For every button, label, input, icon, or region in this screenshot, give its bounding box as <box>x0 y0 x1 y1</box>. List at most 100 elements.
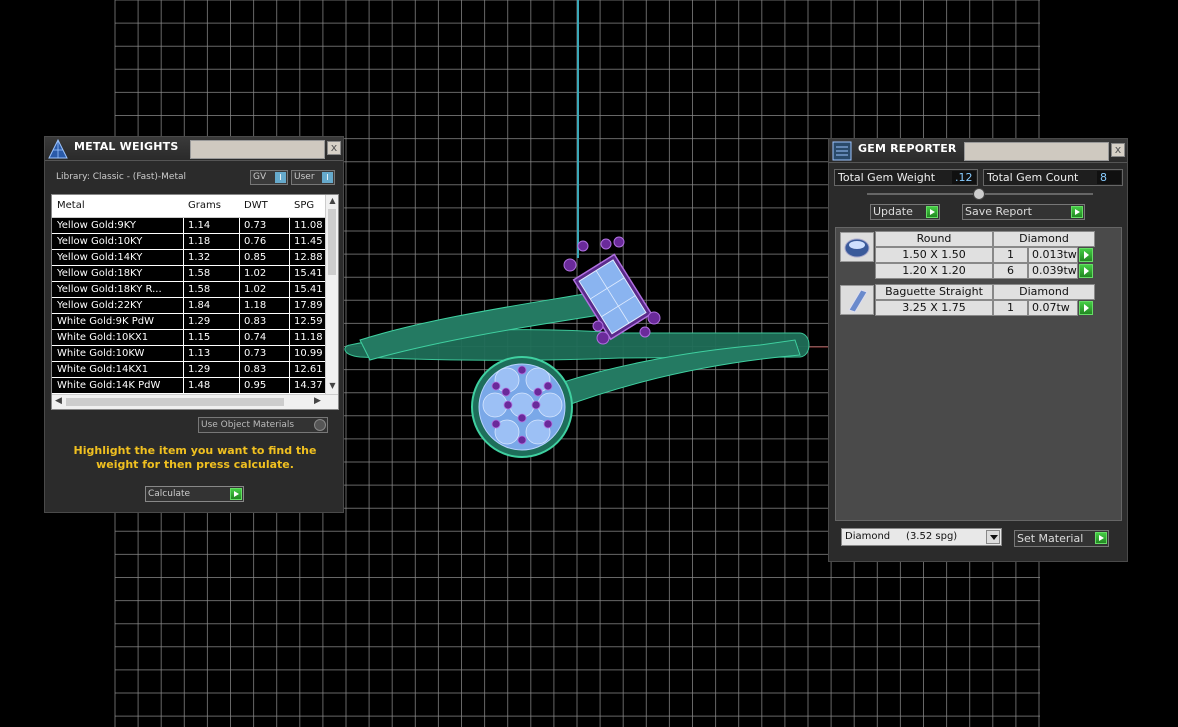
table-row[interactable]: Yellow Gold:10KY 1.18 0.76 11.45 <box>52 234 327 250</box>
select-gems-button[interactable] <box>1079 248 1093 262</box>
gem-material-cell[interactable]: Diamond <box>993 284 1095 300</box>
scroll-right-icon[interactable]: ▶ <box>314 396 321 406</box>
user-toggle-label: User <box>294 172 315 182</box>
column-header-dwt[interactable]: DWT <box>244 200 268 211</box>
dwt-cell: 1.18 <box>244 300 267 311</box>
column-divider <box>289 362 290 378</box>
column-divider <box>183 298 184 314</box>
gem-size-cell[interactable]: 1.20 X 1.20 <box>875 263 993 279</box>
metal-table-vertical-scrollbar[interactable]: ▲ ▼ <box>325 195 338 395</box>
select-gems-button[interactable] <box>1079 264 1093 278</box>
metal-name-cell: White Gold:10KW <box>57 348 145 359</box>
chevron-down-icon[interactable] <box>986 530 1000 544</box>
column-divider <box>239 282 240 298</box>
gem-weight-cell[interactable]: 0.039tw <box>1028 263 1078 279</box>
gem-size-cell[interactable]: 1.50 X 1.50 <box>875 247 993 263</box>
title-bar-fill <box>190 140 325 159</box>
column-divider <box>239 266 240 282</box>
calculate-button[interactable]: Calculate <box>145 486 244 502</box>
column-header-spg[interactable]: SPG <box>294 200 314 211</box>
select-gems-button[interactable] <box>1079 301 1093 315</box>
gem-reporter-icon <box>831 140 853 162</box>
calculate-label: Calculate <box>148 489 191 499</box>
gv-toggle-label: GV <box>253 172 267 182</box>
metal-name-cell: Yellow Gold:14KY <box>57 252 143 263</box>
column-divider <box>289 378 290 394</box>
scroll-left-icon[interactable]: ◀ <box>55 396 62 406</box>
gem-reporter-close-button[interactable]: x <box>1111 143 1125 157</box>
table-row[interactable]: White Gold:14K PdW 1.48 0.95 14.37 <box>52 378 327 394</box>
total-gem-weight-value: .12 <box>952 171 976 184</box>
column-divider <box>183 282 184 298</box>
table-row[interactable]: Yellow Gold:14KY 1.32 0.85 12.88 <box>52 250 327 266</box>
vertical-scroll-thumb[interactable] <box>328 209 336 275</box>
table-row[interactable]: Yellow Gold:18KY 1.58 1.02 15.41 <box>52 266 327 282</box>
metal-name-cell: Yellow Gold:10KY <box>57 236 143 247</box>
play-arrow-icon <box>230 488 242 500</box>
metal-table-horizontal-scrollbar[interactable]: ◀ ▶ <box>52 394 338 409</box>
dwt-cell: 0.83 <box>244 364 267 375</box>
table-row[interactable]: White Gold:9K PdW 1.29 0.83 12.59 <box>52 314 327 330</box>
save-report-button[interactable]: Save Report <box>962 204 1085 220</box>
user-toggle-indicator: I <box>322 172 333 183</box>
material-select[interactable]: Diamond (3.52 spg) <box>841 528 1002 546</box>
gem-size-cell[interactable]: 3.25 X 1.75 <box>875 300 993 316</box>
user-toggle[interactable]: User I <box>291 170 335 185</box>
round-gem-icon[interactable] <box>840 232 874 262</box>
scroll-down-icon[interactable]: ▼ <box>326 381 338 390</box>
gem-list[interactable]: Round Diamond 1.50 X 1.50 1 0.013tw 1.20… <box>835 227 1122 521</box>
spg-cell: 17.89 <box>294 300 323 311</box>
gem-material-cell[interactable]: Diamond <box>993 231 1095 247</box>
dwt-cell: 0.74 <box>244 332 267 343</box>
update-label: Update <box>873 205 913 218</box>
metal-weights-title-bar[interactable]: METAL WEIGHTS x <box>45 137 343 161</box>
table-row[interactable]: White Gold:10KW 1.13 0.73 10.99 <box>52 346 327 362</box>
gem-count-cell[interactable]: 1 <box>993 300 1028 316</box>
metal-table-rows: Yellow Gold:9KY 1.14 0.73 11.08 Yellow Gold:… <box>52 218 327 394</box>
save-report-label: Save Report <box>965 205 1032 218</box>
material-select-value: Diamond (3.52 spg) <box>845 531 958 542</box>
column-divider <box>239 378 240 394</box>
table-row[interactable]: Yellow Gold:22KY 1.84 1.18 17.89 <box>52 298 327 314</box>
total-gem-count-label: Total Gem Count <box>987 171 1079 184</box>
column-divider <box>239 330 240 346</box>
use-object-materials-radio[interactable] <box>314 419 326 431</box>
metal-table[interactable]: Metal Grams DWT SPG Yellow Gold:9KY 1.14 0… <box>51 194 339 410</box>
gem-weight-cell[interactable]: 0.07tw <box>1028 300 1078 316</box>
gv-toggle[interactable]: GV I <box>250 170 288 185</box>
column-header-grams[interactable]: Grams <box>188 200 221 211</box>
spg-cell: 11.08 <box>294 220 323 231</box>
gem-shape-cell[interactable]: Baguette Straight <box>875 284 993 300</box>
spg-cell: 12.59 <box>294 316 323 327</box>
column-divider <box>183 330 184 346</box>
baguette-gem-icon[interactable] <box>840 285 874 315</box>
use-object-materials-option[interactable]: Use Object Materials <box>198 417 328 433</box>
grams-cell: 1.13 <box>188 348 211 359</box>
table-row[interactable]: White Gold:10KX1 1.15 0.74 11.18 <box>52 330 327 346</box>
gem-shape-cell[interactable]: Round <box>875 231 993 247</box>
table-row[interactable]: White Gold:14KX1 1.29 0.83 12.61 <box>52 362 327 378</box>
grams-cell: 1.29 <box>188 316 211 327</box>
dwt-cell: 0.95 <box>244 380 267 391</box>
column-divider <box>289 298 290 314</box>
metal-weights-icon <box>47 138 69 160</box>
panel-slider-knob[interactable] <box>973 188 985 200</box>
column-divider <box>289 218 290 234</box>
table-row[interactable]: Yellow Gold:18KY R... 1.58 1.02 15.41 <box>52 282 327 298</box>
column-divider <box>239 298 240 314</box>
total-gem-weight-box: Total Gem Weight .12 <box>834 169 978 186</box>
dwt-cell: 0.73 <box>244 220 267 231</box>
horizontal-scroll-thumb[interactable] <box>66 398 284 406</box>
metal-weights-close-button[interactable]: x <box>327 141 341 155</box>
column-header-metal[interactable]: Metal <box>57 200 85 211</box>
gem-count-cell[interactable]: 6 <box>993 263 1028 279</box>
column-divider <box>183 314 184 330</box>
set-material-button[interactable]: Set Material <box>1014 530 1109 547</box>
table-row[interactable]: Yellow Gold:9KY 1.14 0.73 11.08 <box>52 218 327 234</box>
update-button[interactable]: Update <box>870 204 940 220</box>
scroll-up-icon[interactable]: ▲ <box>326 196 338 205</box>
gem-weight-cell[interactable]: 0.013tw <box>1028 247 1078 263</box>
gem-count-cell[interactable]: 1 <box>993 247 1028 263</box>
dwt-cell: 1.02 <box>244 268 267 279</box>
gem-reporter-title-bar[interactable]: GEM REPORTER x <box>829 139 1127 163</box>
